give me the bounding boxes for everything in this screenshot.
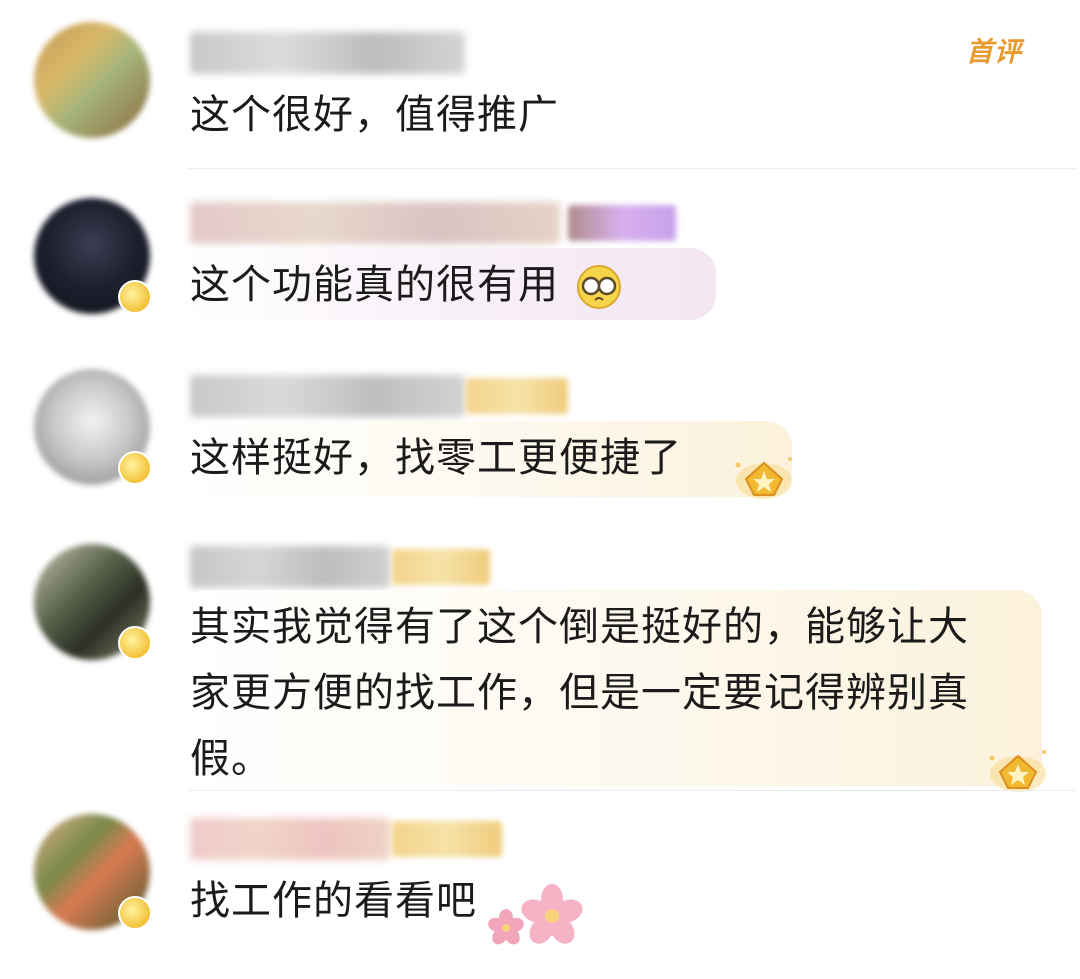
vip-badge-icon [118, 896, 152, 930]
divider [188, 168, 1076, 169]
first-comment-badge: 首评 [966, 37, 1022, 68]
comment-text: 找工作的看看吧 [190, 878, 477, 924]
pink-flowers-icon [488, 884, 583, 945]
vip-badge-icon [118, 280, 152, 314]
username[interactable] [190, 32, 465, 74]
comment-item[interactable]: 这个功能真的很有用 [0, 170, 1080, 345]
divider [188, 790, 1076, 791]
vip-badge-icon [118, 626, 152, 660]
avatar[interactable] [34, 22, 150, 138]
comment-text: 其实我觉得有了这个倒是挺好的，能够让大 家更方便的找工作，但是一定要记得辨别真 … [190, 604, 969, 782]
username[interactable] [190, 202, 560, 244]
comment-item[interactable]: 其实我觉得有了这个倒是挺好的，能够让大 家更方便的找工作，但是一定要记得辨别真 … [0, 520, 1080, 792]
comment-text: 这个很好，值得推广 [190, 92, 559, 138]
member-tag [466, 378, 568, 414]
golden-crown-badge-icon [735, 457, 792, 499]
username[interactable] [190, 818, 390, 860]
username[interactable] [190, 546, 390, 588]
comment-item[interactable]: 这样挺好，找零工更便捷了 [0, 345, 1080, 520]
member-tag [568, 205, 676, 241]
username[interactable] [190, 375, 465, 417]
comment-item[interactable]: 找工作的看看吧 [0, 792, 1080, 979]
glasses-face-icon [577, 265, 621, 309]
member-tag [392, 821, 502, 857]
comment-item[interactable]: 首评 这个很好，值得推广 [0, 0, 1080, 170]
comment-text: 这个功能真的很有用 [190, 262, 559, 308]
comment-text: 这样挺好，找零工更便捷了 [190, 435, 682, 481]
vip-badge-icon [118, 451, 152, 485]
member-tag [392, 549, 490, 585]
